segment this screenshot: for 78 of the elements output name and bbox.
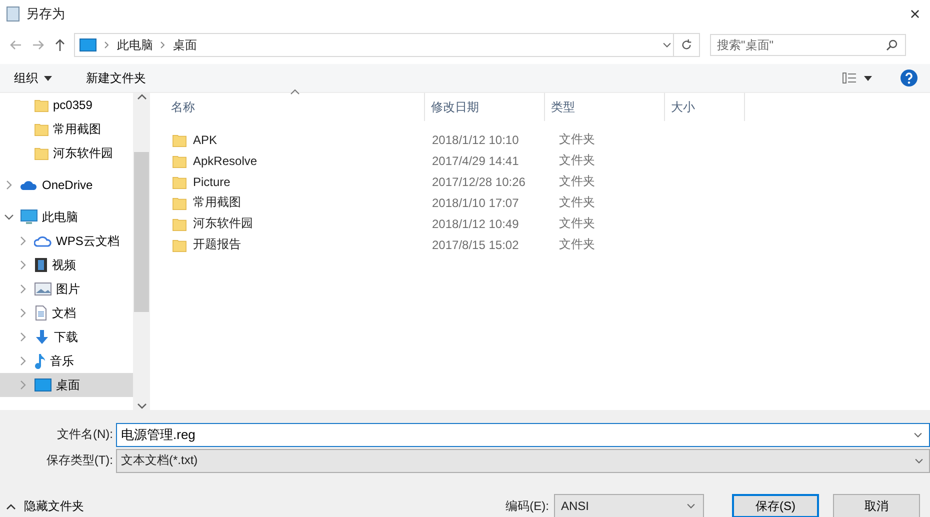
folder-icon (34, 97, 49, 113)
cloud-icon (34, 234, 52, 248)
address-bar[interactable]: 此电脑 桌面 (74, 33, 700, 57)
desktop-icon (34, 378, 52, 392)
help-icon[interactable] (900, 69, 918, 87)
navigation-item[interactable]: 音乐 (0, 349, 133, 373)
scroll-down-icon[interactable] (136, 402, 146, 410)
column-header[interactable]: 大小 (665, 93, 745, 121)
file-name[interactable]: APK (193, 132, 218, 146)
chevron-right-icon[interactable] (159, 40, 167, 50)
file-type-label: 保存类型(T): (45, 452, 114, 469)
navigation-item[interactable]: WPS云文档 (0, 229, 133, 253)
date-cell-text: 2018/1/12 10:10 (431, 132, 520, 146)
file-name[interactable]: 常用截图 (193, 194, 241, 211)
hide-folders-button[interactable]: 隐藏文件夹 (6, 498, 84, 514)
file-name-label: 文件名(N): (56, 426, 114, 443)
save-button[interactable]: 保存(S) (732, 494, 819, 517)
view-options-button[interactable] (840, 70, 874, 86)
navigation-item[interactable]: 视频 (0, 253, 133, 277)
encoding-dropdown[interactable]: ANSI (554, 494, 704, 517)
navigation-item[interactable]: pc0359 (0, 93, 133, 117)
music-note-icon (34, 353, 46, 369)
date-cell-text: 2017/4/29 14:41 (431, 154, 520, 168)
type-cell-text: 文件夹 (558, 194, 596, 211)
breadcrumb-item[interactable]: 此电脑 (117, 36, 153, 54)
navigation-item[interactable]: 此电脑 (0, 205, 133, 229)
navigation-item[interactable]: 河东软件园 (0, 141, 133, 165)
folder-icon (34, 145, 49, 161)
navigation-item[interactable]: 常用截图 (0, 117, 133, 141)
type-cell-text: 文件夹 (558, 173, 596, 190)
refresh-icon (680, 38, 693, 52)
file-type-dropdown[interactable]: 文本文档(*.txt) (116, 448, 930, 472)
search-icon (886, 39, 898, 51)
breadcrumb-item[interactable]: 桌面 (173, 36, 197, 54)
download-icon (34, 329, 50, 345)
notepad-icon (6, 6, 20, 22)
navigation-item[interactable]: 图片 (0, 277, 133, 301)
file-name[interactable]: 开题报告 (193, 236, 241, 253)
chevron-right-icon[interactable] (103, 40, 111, 50)
file-name-field[interactable]: 电源管理.reg (116, 422, 930, 446)
file-name[interactable]: ApkResolve (193, 154, 258, 168)
new-folder-button[interactable]: 新建文件夹 (84, 68, 148, 88)
navigation-item[interactable]: OneDrive (0, 173, 133, 197)
column-header[interactable]: 类型 (545, 93, 665, 121)
caret-down-icon (44, 76, 52, 80)
details-view-icon (842, 72, 858, 84)
organize-button[interactable]: 组织 (12, 68, 54, 88)
computer-icon (20, 209, 38, 225)
date-cell-text: 2018/1/10 17:07 (431, 196, 520, 210)
date-cell-text: 2017/12/28 10:26 (431, 174, 526, 188)
navigation-item[interactable]: 桌面 (0, 373, 133, 397)
type-cell-text: 文件夹 (558, 215, 596, 232)
column-header[interactable]: 名称 (150, 93, 425, 121)
type-cell-text: 文件夹 (558, 152, 596, 169)
cancel-button[interactable]: 取消 (833, 494, 920, 517)
encoding-label: 编码(E): (506, 498, 549, 514)
date-cell-text: 2017/8/15 15:02 (431, 238, 520, 252)
file-name[interactable]: Picture (193, 174, 230, 188)
scroll-up-icon[interactable] (136, 93, 146, 101)
window-title: 另存为 (26, 5, 66, 23)
image-icon (34, 282, 52, 296)
desktop-icon (79, 38, 97, 52)
column-header[interactable]: 修改日期 (425, 93, 545, 121)
navigation-item[interactable]: 下载 (0, 325, 133, 349)
file-name[interactable]: 河东软件园 (193, 215, 253, 232)
cloud-icon (20, 179, 38, 191)
date-cell-text: 2018/1/12 10:49 (431, 216, 520, 230)
folder-icon (34, 121, 49, 137)
document-icon (34, 305, 48, 321)
chevron-up-icon (6, 502, 16, 510)
search-field[interactable]: 搜索"桌面" (710, 34, 906, 56)
navigation-item[interactable]: 文档 (0, 301, 133, 325)
caret-down-icon (864, 76, 872, 80)
close-button[interactable]: × (900, 2, 930, 26)
type-cell-text: 文件夹 (558, 236, 596, 253)
scrollbar[interactable] (133, 93, 150, 410)
film-icon (34, 257, 48, 273)
type-cell-text: 文件夹 (558, 131, 596, 148)
